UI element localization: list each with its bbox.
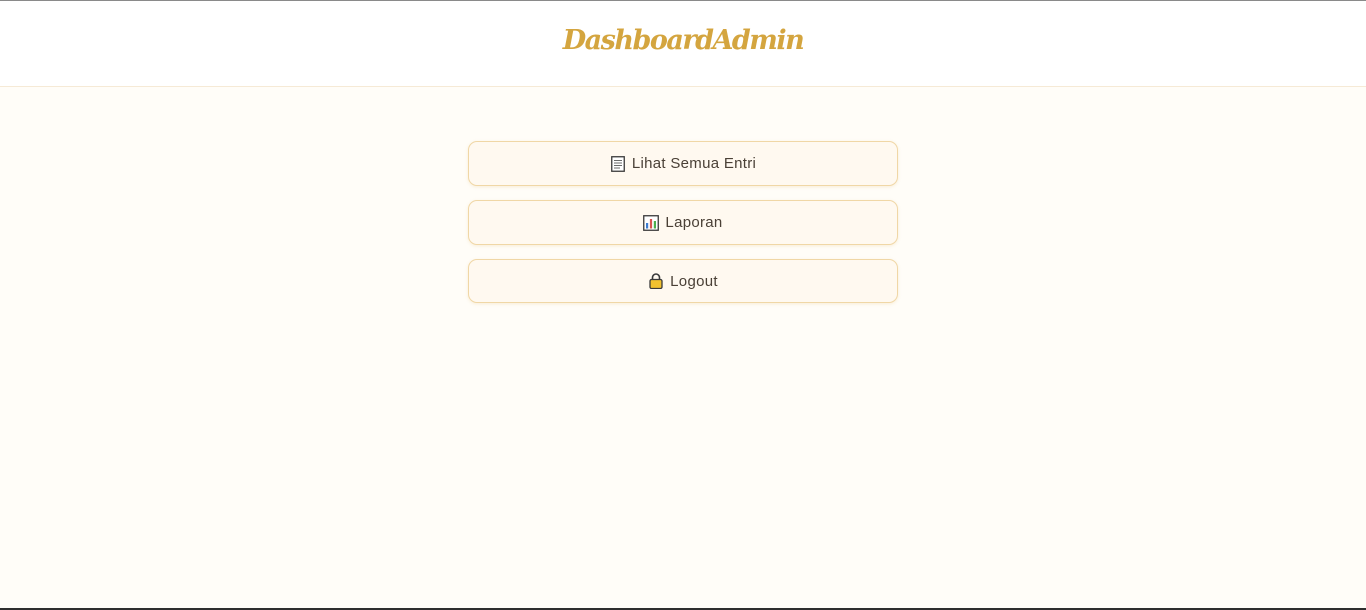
logout-button[interactable]: Logout (468, 259, 898, 303)
view-all-entries-button[interactable]: Lihat Semua Entri (468, 141, 898, 186)
bar-chart-icon (643, 214, 660, 231)
view-all-entries-label: Lihat Semua Entri (631, 155, 757, 172)
lock-icon (648, 273, 664, 289)
report-button[interactable]: Laporan (468, 200, 898, 245)
document-icon (610, 155, 626, 172)
logout-label: Logout (670, 272, 718, 290)
report-label: Laporan (665, 214, 723, 231)
brand-title: DashboardAdmin (562, 25, 805, 56)
main-content: Lihat Semua Entri Laporan Logout (0, 87, 1366, 608)
admin-menu: Lihat Semua Entri Laporan Logout (468, 141, 898, 303)
top-header: DashboardAdmin (0, 1, 1366, 87)
